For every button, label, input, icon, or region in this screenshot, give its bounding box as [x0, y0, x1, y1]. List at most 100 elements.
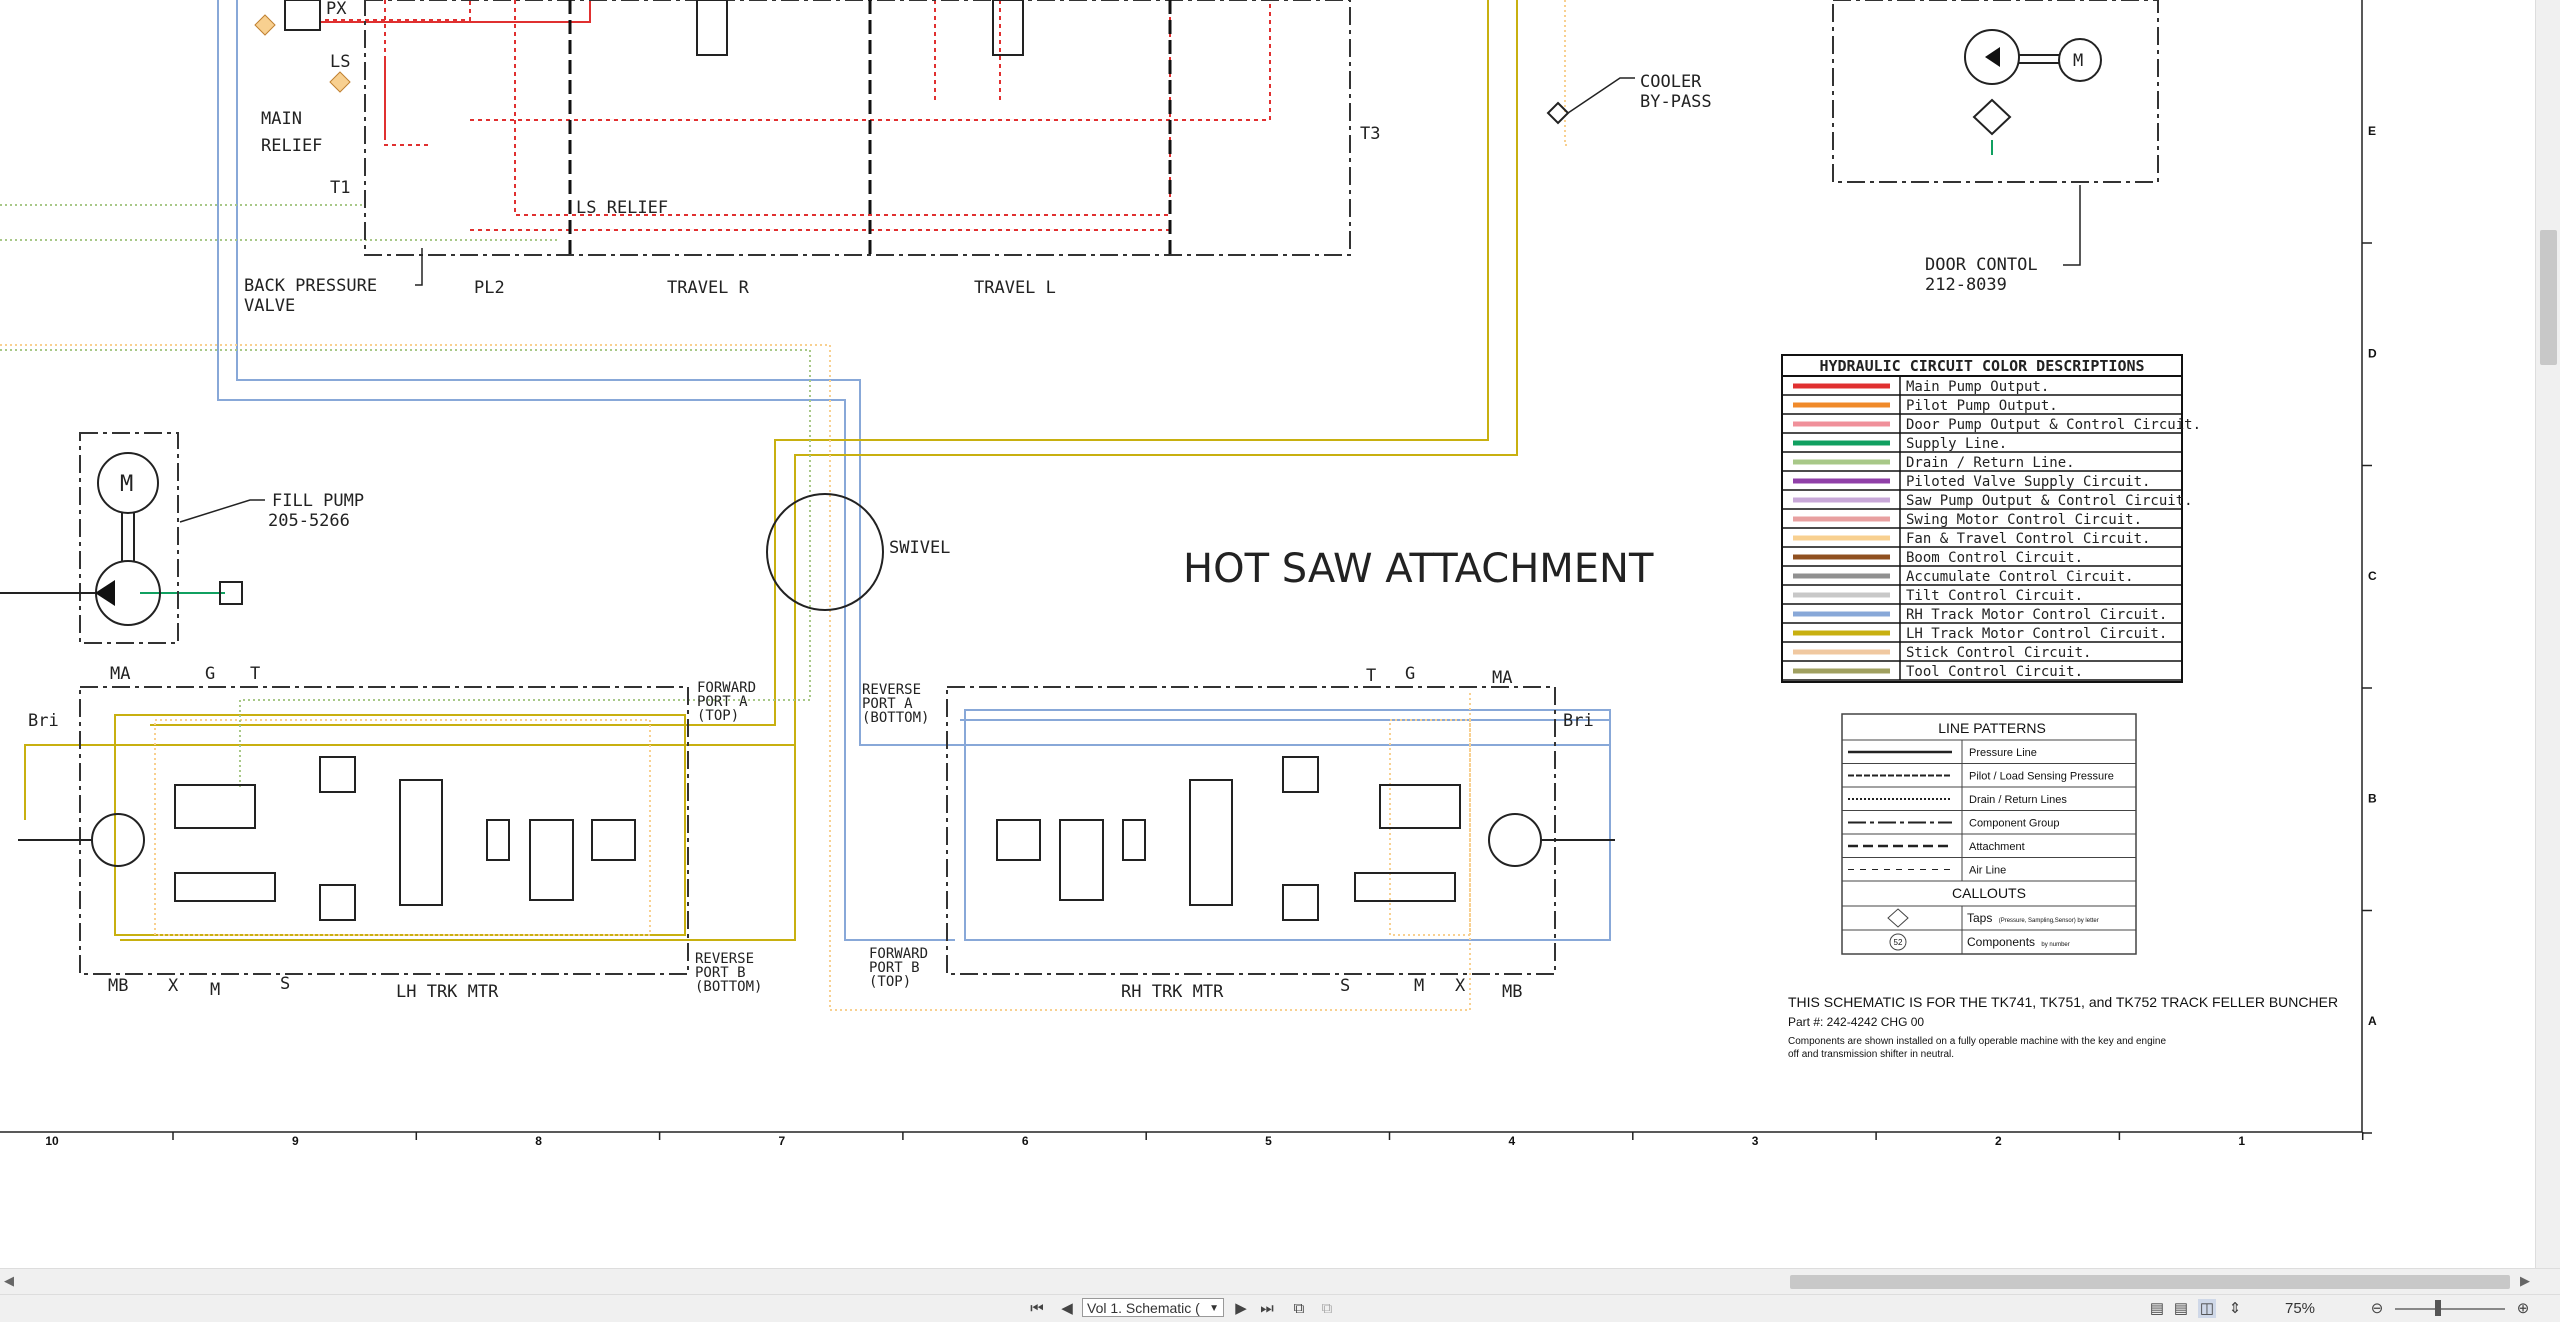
label-door-control-1: DOOR CONTOL — [1925, 255, 2038, 275]
notes-line-1: Components are shown installed on a full… — [1788, 1036, 2166, 1047]
line-pattern-label: Drain / Return Lines — [1969, 794, 2067, 806]
next-page-icon[interactable]: ▶ — [1232, 1299, 1250, 1318]
page-select-value: Vol 1. Schematic ( — [1087, 1300, 1200, 1316]
color-legend-label: Supply Line. — [1906, 436, 2007, 452]
single-page-view-icon[interactable]: ▤ — [2148, 1299, 2166, 1318]
label-t3: T3 — [1360, 124, 1380, 144]
two-page-view-icon[interactable]: ◫ — [2198, 1299, 2216, 1318]
grid-column-label: 4 — [1508, 1134, 1515, 1148]
schematic-canvas: PX LS MAIN RELIEF T1 BACK PRESSURE VALVE… — [0, 0, 2535, 1268]
callouts-title: CALLOUTS — [1952, 885, 2026, 901]
line-pattern-label: Air Line — [1969, 865, 2006, 877]
color-legend-label: Boom Control Circuit. — [1906, 550, 2083, 566]
last-page-icon[interactable]: ⏭ — [1258, 1299, 1276, 1318]
label-lh-ma: MA — [110, 664, 130, 684]
line-patterns-legend: LINE PATTERNS Pressure Line Pilot / Load … — [1841, 713, 2137, 955]
notes-heading: THIS SCHEMATIC IS FOR THE TK741, TK751, … — [1788, 994, 2338, 1010]
color-legend-label: Drain / Return Line. — [1906, 455, 2075, 471]
label-door-control-2: 212-8039 — [1925, 275, 2007, 295]
grid-column-label: 1 — [2238, 1134, 2245, 1148]
zoom-out-icon[interactable]: ⊖ — [2368, 1299, 2386, 1318]
color-legend-label: Tilt Control Circuit. — [1906, 588, 2083, 604]
grid-column-label: 10 — [45, 1134, 59, 1148]
insert-page-icon[interactable]: ⧉ — [1290, 1299, 1308, 1318]
label-main-relief-2: RELIEF — [261, 136, 322, 156]
line-patterns-title: LINE PATTERNS — [1938, 720, 2046, 736]
callout-symbol: 52 — [1894, 938, 1903, 947]
zoom-slider[interactable] — [2395, 1308, 2505, 1310]
line-pattern-label: Component Group — [1969, 818, 2060, 830]
color-legend-label: Main Pump Output. — [1906, 379, 2049, 395]
grid-row-label: E — [2368, 124, 2376, 138]
label-px: PX — [326, 0, 347, 19]
scroll-right-icon[interactable]: ▶ — [2520, 1274, 2530, 1289]
label-lh-s: S — [280, 974, 290, 994]
label-rh-bri: Bri — [1563, 711, 1594, 731]
previous-page-icon[interactable]: ◀ — [1058, 1299, 1076, 1318]
label-lh-trk-mtr: LH TRK MTR — [396, 982, 499, 1002]
notes-part: Part #: 242-4242 CHG 00 — [1788, 1015, 1924, 1029]
grid-row-label: A — [2368, 1014, 2377, 1028]
color-legend-label: Saw Pump Output & Control Circuit. — [1906, 493, 2193, 509]
label-cooler-1: COOLER — [1640, 72, 1702, 92]
label-rev-a-3: (BOTTOM) — [862, 710, 929, 726]
label-rh-t: T — [1366, 666, 1376, 686]
vertical-scrollbar[interactable] — [2535, 0, 2560, 1268]
label-t1: T1 — [330, 178, 350, 198]
label-fwd-b-3: (TOP) — [869, 974, 911, 990]
horizontal-scroll-thumb[interactable] — [1790, 1275, 2510, 1289]
label-ls-relief: LS RELIEF — [576, 198, 668, 218]
label-ls: LS — [330, 52, 350, 72]
grid-row-label: D — [2368, 347, 2377, 361]
grid-column-label: 5 — [1265, 1134, 1272, 1148]
label-fill-motor: M — [120, 472, 133, 497]
label-rev-b-3: (BOTTOM) — [695, 979, 762, 995]
color-legend-label: RH Track Motor Control Circuit. — [1906, 607, 2167, 623]
label-travel-r: TRAVEL R — [667, 278, 750, 298]
page-select[interactable]: Vol 1. Schematic ( ▼ — [1082, 1298, 1224, 1317]
label-main-relief-1: MAIN — [261, 109, 302, 129]
label-back-pressure-2: VALVE — [244, 296, 295, 316]
fit-view-icon[interactable]: ⇕ — [2226, 1299, 2244, 1318]
color-legend-label: Door Pump Output & Control Circuit. — [1906, 417, 2201, 433]
zoom-level: 75% — [2285, 1300, 2316, 1317]
label-lh-t: T — [250, 664, 260, 684]
label-door-motor: M — [2073, 51, 2083, 71]
color-legend-label: Piloted Valve Supply Circuit. — [1906, 474, 2150, 490]
first-page-icon[interactable]: ⏮ — [1028, 1299, 1046, 1318]
zoom-in-icon[interactable]: ⊕ — [2514, 1299, 2532, 1318]
label-lh-bri: Bri — [28, 711, 59, 731]
label-cooler-2: BY-PASS — [1640, 92, 1712, 112]
color-legend-label: Fan & Travel Control Circuit. — [1906, 531, 2150, 547]
zoom-slider-handle[interactable] — [2435, 1300, 2441, 1316]
label-rh-s: S — [1340, 976, 1350, 996]
label-lh-x: X — [168, 976, 179, 996]
label-rh-trk-mtr: RH TRK MTR — [1121, 982, 1224, 1002]
label-lh-mb: MB — [108, 976, 128, 996]
grid-column-label: 8 — [535, 1134, 542, 1148]
grid-column-label: 7 — [779, 1134, 786, 1148]
label-rh-g: G — [1405, 664, 1415, 684]
label-rh-m: M — [1414, 976, 1424, 996]
horizontal-scrollbar[interactable]: ◀ ▶ — [0, 1268, 2560, 1295]
notes-line-2: off and transmission shifter in neutral. — [1788, 1049, 1954, 1060]
grid-column-label: 9 — [292, 1134, 299, 1148]
continuous-view-icon[interactable]: ▤ — [2172, 1299, 2190, 1318]
scroll-left-icon[interactable]: ◀ — [4, 1274, 14, 1289]
color-legend-label: Tool Control Circuit. — [1906, 664, 2083, 680]
vertical-scroll-thumb[interactable] — [2540, 230, 2557, 365]
status-toolbar: ⏮ ◀ Vol 1. Schematic ( ▼ ▶ ⏭ ⧉ ⧉ ▤ ▤ ◫ ⇕… — [0, 1294, 2560, 1322]
color-legend: HYDRAULIC CIRCUIT COLOR DESCRIPTIONS Mai… — [1781, 354, 2201, 683]
line-pattern-label: Pilot / Load Sensing Pressure — [1969, 771, 2114, 783]
label-rh-x: X — [1455, 976, 1466, 996]
label-rh-mb: MB — [1502, 982, 1522, 1002]
label-rh-ma: MA — [1492, 668, 1512, 688]
label-pl2: PL2 — [474, 278, 505, 298]
page-title: HOT SAW ATTACHMENT — [1183, 546, 1654, 592]
duplicate-page-icon[interactable]: ⧉ — [1318, 1299, 1336, 1318]
label-back-pressure-1: BACK PRESSURE — [244, 276, 377, 296]
label-lh-g: G — [205, 664, 215, 684]
label-fwd-a-3: (TOP) — [697, 708, 739, 724]
label-travel-l: TRAVEL L — [974, 278, 1056, 298]
grid-row-label: C — [2368, 569, 2377, 583]
